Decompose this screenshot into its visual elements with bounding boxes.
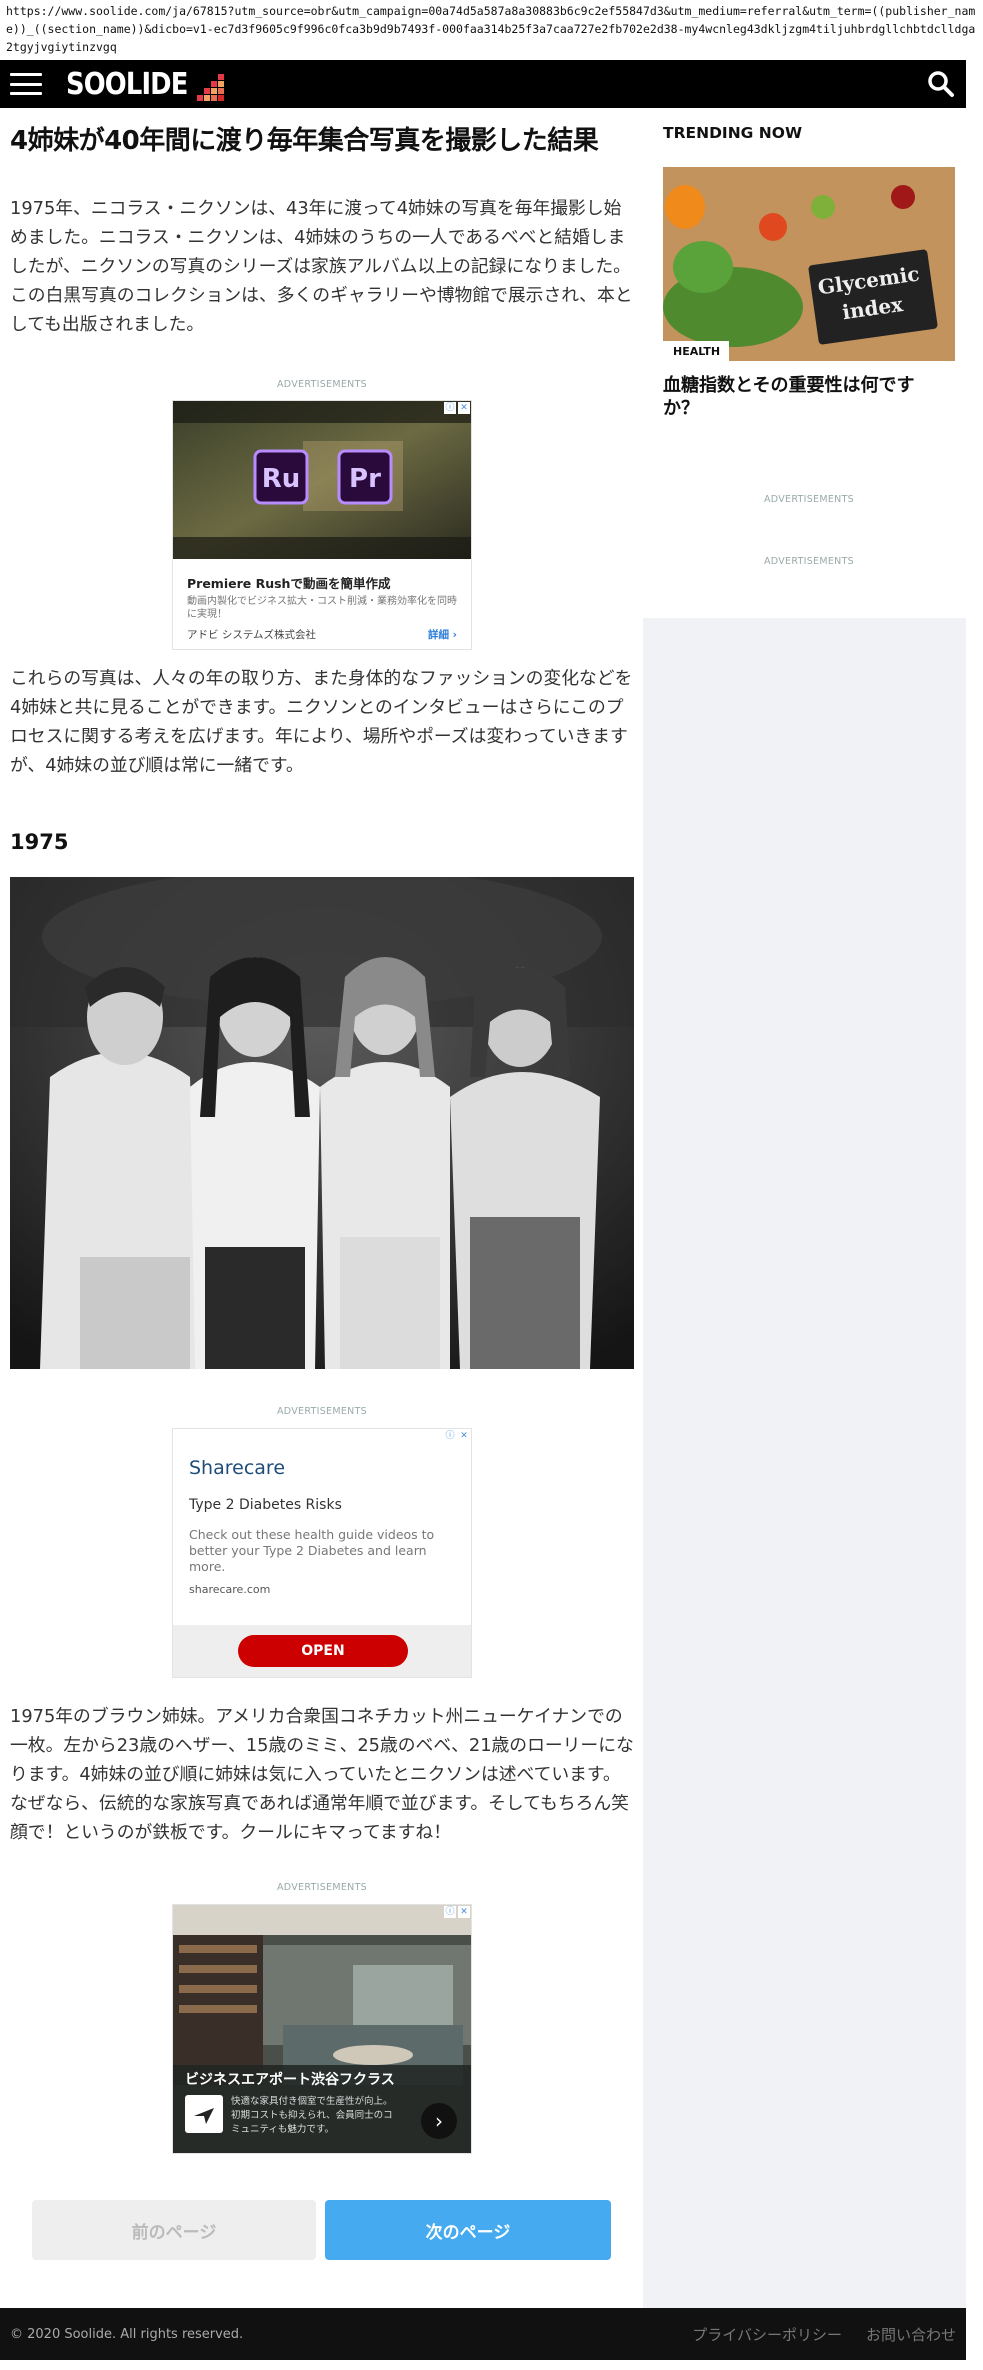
rush-app-icon: Ru <box>262 464 301 494</box>
sharecare-ad-card[interactable]: ⓘ ✕ Sharecare Type 2 Diabetes Risks Check… <box>172 1428 472 1678</box>
airplane-logo-icon <box>185 2095 223 2133</box>
footer-copyright: © 2020 Soolide. All rights reserved. <box>10 2326 244 2342</box>
next-page-button[interactable]: 次のページ <box>325 2200 611 2260</box>
adobe-ad-description: 動画内製化でビジネス拡大・コスト削減・業務効率化を同時に実現！ <box>187 596 457 620</box>
sidebar-ad-label-2: ADVERTISEMENTS <box>763 556 855 567</box>
adchoices-icon[interactable]: ⓘ ✕ <box>444 1430 470 1442</box>
office-ad-description: 快適な家具付き個室で生産性が向上。初期コストも抑えられ、会員同士のコミュニティも… <box>231 2096 393 2135</box>
adobe-ad-advertiser: アドビ システムズ株式会社 <box>187 629 317 641</box>
sharecare-headline: Type 2 Diabetes Risks <box>189 1497 342 1513</box>
logo-pixel-mark <box>197 73 225 101</box>
logo-text: SOOLIDE <box>66 66 188 102</box>
trending-article-image[interactable]: Glycemic index HEALTH <box>663 167 955 361</box>
article-second-paragraph: これらの写真は、人々の年の取り方、また身体的なファッションの変化などを4姉妹と共… <box>10 668 633 776</box>
chevron-right-icon[interactable]: › <box>421 2103 457 2139</box>
office-ad-title: ビジネスエアポート渋谷フクラス <box>185 2072 395 2088</box>
privacy-policy-link[interactable]: プライバシーポリシー <box>692 2324 842 2345</box>
adchoices-icon[interactable]: ⓘ ✕ <box>444 402 470 414</box>
ad-label-1: ADVERTISEMENTS <box>276 379 368 390</box>
adobe-ad-title: Premiere Rushで動画を簡単作成 <box>187 576 391 591</box>
sharecare-brand: Sharecare <box>189 1457 286 1479</box>
adobe-ad-card[interactable]: Ru Pr ⓘ ✕ Premiere Rushで動画を簡単作成 動画内製化でビジネ… <box>172 400 472 650</box>
adobe-ad-cta[interactable]: 詳細 › <box>428 627 457 642</box>
top-navigation-bar: SOOLIDE <box>0 60 966 108</box>
trending-article-title[interactable]: 血糖指数とその重要性は何ですか？ <box>663 374 943 420</box>
office-ad-card[interactable]: ビジネスエアポート渋谷フクラス 快適な家具付き個室で生産性が向上。初期コストも抑… <box>172 1904 472 2154</box>
adobe-ad-image: Ru Pr <box>173 401 471 559</box>
sharecare-body: Check out these health guide videos to b… <box>189 1527 435 1574</box>
site-logo[interactable]: SOOLIDE <box>66 60 225 108</box>
premiere-app-icon: Pr <box>349 464 381 494</box>
ad-label-2: ADVERTISEMENTS <box>276 1406 368 1417</box>
sharecare-domain: sharecare.com <box>189 1583 271 1596</box>
ad-label-3: ADVERTISEMENTS <box>276 1882 368 1893</box>
site-footer: © 2020 Soolide. All rights reserved. プライ… <box>0 2308 966 2360</box>
hamburger-menu-icon[interactable] <box>10 73 42 95</box>
sister-2 <box>190 957 320 1369</box>
sidebar-ad-label-1: ADVERTISEMENTS <box>763 494 855 505</box>
adchoices-icon[interactable]: ⓘ ✕ <box>444 1906 470 1918</box>
health-badge: HEALTH <box>673 345 720 358</box>
trending-now-heading: TRENDING NOW <box>663 124 803 142</box>
year-heading: 1975 <box>10 830 69 854</box>
page-scrollbar-area[interactable] <box>966 60 983 2370</box>
photo-caption-paragraph: 1975年のブラウン姉妹。アメリカ合衆国コネチカット州ニューケイナンでの一枚。左… <box>10 1706 634 1843</box>
address-bar-url[interactable]: https://www.soolide.com/ja/67815?utm_sou… <box>0 0 983 60</box>
sisters-photo-1975 <box>10 877 634 1369</box>
contact-link[interactable]: お問い合わせ <box>866 2324 956 2345</box>
sharecare-open-button[interactable]: OPEN <box>238 1635 408 1667</box>
article-intro-paragraph: 1975年、ニコラス・ニクソンは、43年に渡って4姉妹の写真を毎年撮影し始めまし… <box>10 198 633 335</box>
search-icon[interactable] <box>926 69 956 99</box>
previous-page-button[interactable]: 前のページ <box>32 2200 316 2260</box>
article-title: 4姉妹が40年間に渡り毎年集合写真を撮影した結果 <box>10 126 599 156</box>
chevron-right-icon: › <box>452 629 457 641</box>
